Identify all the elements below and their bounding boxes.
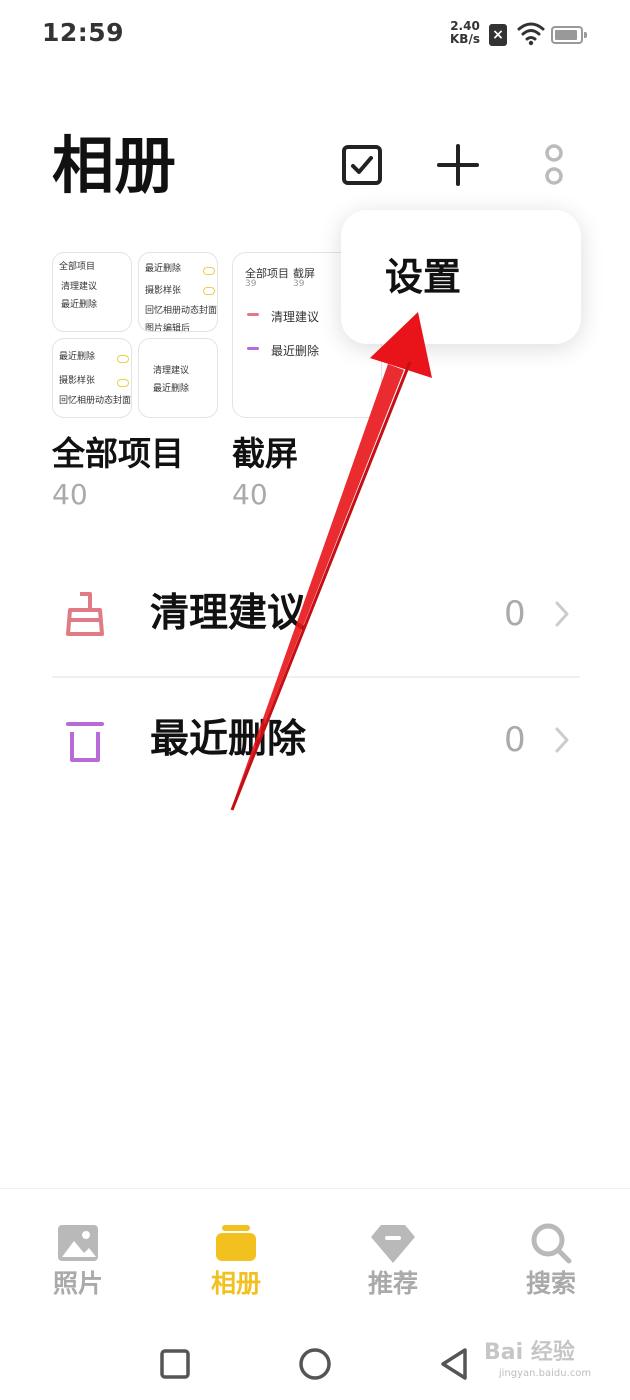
nav-label: 搜索 [525,1269,576,1298]
list-item-count: 0 [504,594,526,634]
thumb-text: 摄影样张 [59,376,96,386]
watermark-url: jingyan.baidu.com [498,1368,592,1379]
album-icon [216,1225,256,1261]
thumb-text: 39 [293,279,305,289]
image-icon [58,1225,98,1261]
search-icon [531,1223,572,1264]
album-all-items[interactable]: 全部项目 清理建议 最近删除 最近删除 摄影样张 回忆相册动态封面 图片编辑后 … [52,252,220,511]
watermark-logo: Bai 经验 [484,1340,575,1365]
thumb-text: 最近删除 [145,264,182,274]
nav-label: 相册 [210,1269,261,1298]
thumb-text: 摄影样张 [145,286,182,296]
add-icon[interactable] [437,144,479,186]
nav-search[interactable]: 搜索 [496,1217,606,1307]
album-thumb: 最近删除 摄影样张 回忆相册动态封面 图片编辑后 [138,252,218,332]
watermark: Bai 经验 jingyan.baidu.com [480,1330,610,1390]
nav-photos[interactable]: 照片 [23,1217,133,1307]
thumb-text: 清理建议 [61,282,98,292]
recent-apps-icon[interactable] [155,1344,195,1384]
chevron-right-icon [555,727,569,753]
more-icon[interactable] [538,143,570,187]
network-speed: 2.40 KB/s [446,20,484,46]
nav-label: 照片 [52,1269,103,1298]
select-icon[interactable] [342,145,382,185]
battery-icon [551,26,587,44]
thumb-text: 最近删除 [153,384,190,394]
thumb-text: 回忆相册动态封面 [145,306,218,316]
thumb-text: 最近删除 [61,300,98,310]
thumb-text: 回忆相册动态封面 [59,396,132,406]
nav-albums[interactable]: 相册 [181,1217,291,1307]
album-thumb: 最近删除 摄影样张 回忆相册动态封面 [52,338,132,418]
sim-off-icon: × [489,24,507,46]
diamond-icon [371,1225,415,1263]
thumb-text: 全部项目 [59,262,96,272]
thumb-text: 清理建议 [153,366,190,376]
nav-recommend[interactable]: 推荐 [338,1217,448,1307]
wifi-icon [517,22,545,46]
broom-icon [66,592,104,636]
menu-item-settings[interactable]: 设置 [385,254,461,300]
album-count: 40 [52,478,88,511]
list-item-count: 0 [504,720,526,760]
status-time: 12:59 [42,18,125,47]
album-name: 全部项目 [52,434,184,473]
trash-icon [66,722,104,762]
thumb-text: 39 [245,279,257,289]
chevron-right-icon [555,601,569,627]
home-icon[interactable] [295,1344,335,1384]
album-thumb: 全部项目 清理建议 最近删除 [52,252,132,332]
annotation-arrow [230,312,432,812]
page-title: 相册 [52,129,177,202]
network-speed-unit: KB/s [450,32,480,46]
back-icon[interactable] [435,1344,475,1384]
thumb-text: 最近删除 [59,352,96,362]
bottom-nav: 照片 相册 推荐 搜索 [0,1188,630,1323]
nav-label: 推荐 [367,1269,418,1298]
thumb-text: 图片编辑后 [145,324,191,332]
album-thumb: 清理建议 最近删除 [138,338,218,418]
